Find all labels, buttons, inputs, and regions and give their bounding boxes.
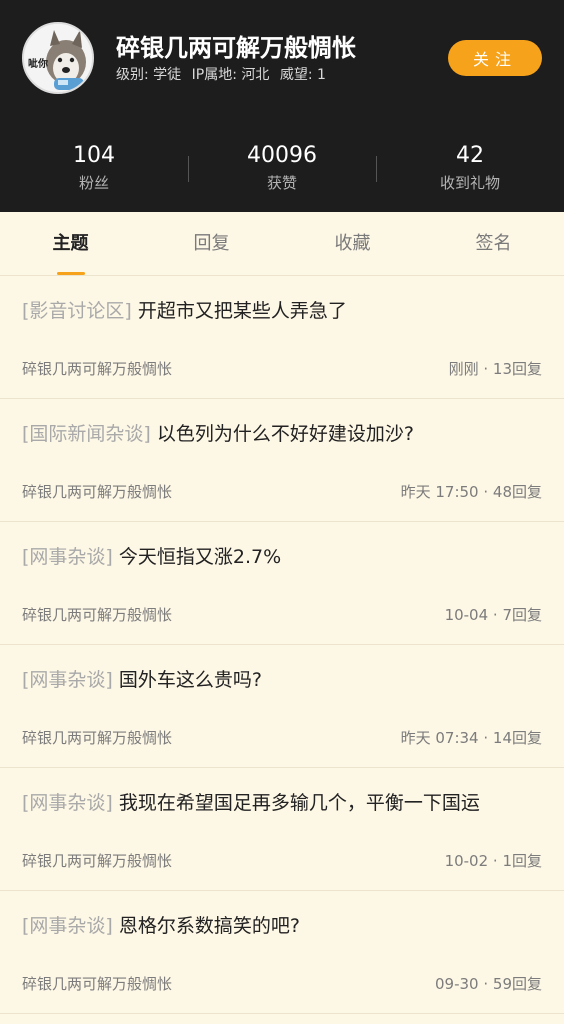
post-author: 碎银几两可解万般惆怅 xyxy=(22,606,173,624)
forum-tag[interactable]: [国际新闻杂谈] xyxy=(22,423,151,445)
stat-value: 40096 xyxy=(247,143,317,168)
stat-gifts[interactable]: 42 收到礼物 xyxy=(376,140,564,194)
ip-location-text: IP属地: 河北 xyxy=(191,67,270,83)
forum-tag[interactable]: [网事杂谈] xyxy=(22,546,113,568)
forum-tag[interactable]: [网事杂谈] xyxy=(22,792,113,814)
post-title-text: 今天恒指又涨2.7% xyxy=(118,546,282,568)
post-author: 碎银几两可解万般惆怅 xyxy=(22,483,173,501)
forum-tag[interactable]: [网事杂谈] xyxy=(22,915,113,937)
list-item[interactable]: [网事杂谈] 恩格尔系数搞笑的吧? 碎银几两可解万般惆怅 09-30 · 59回… xyxy=(0,891,564,1014)
stat-value: 42 xyxy=(456,143,484,168)
tab-topics[interactable]: 主题 xyxy=(0,212,141,275)
level-text: 级别: 学徒 xyxy=(116,67,182,83)
post-title-text: 开超市又把某些人弄急了 xyxy=(137,300,347,322)
stat-label: 收到礼物 xyxy=(439,174,500,192)
post-info: 10-04 · 7回复 xyxy=(444,606,542,624)
post-info: 10-02 · 1回复 xyxy=(444,852,542,870)
stat-label: 粉丝 xyxy=(78,174,109,192)
list-item[interactable]: [网事杂谈] 国外车这么贵吗? 碎银几两可解万般惆怅 昨天 07:34 · 14… xyxy=(0,645,564,768)
forum-tag[interactable]: [网事杂谈] xyxy=(22,669,113,691)
post-title-text: 恩格尔系数搞笑的吧? xyxy=(118,915,300,937)
list-item[interactable]: [影音讨论区] 开超市又把某些人弄急了 碎银几两可解万般惆怅 刚刚 · 13回复 xyxy=(0,276,564,399)
post-title[interactable]: [国际新闻杂谈] 以色列为什么不好好建设加沙? xyxy=(22,419,546,446)
stats-bar: 104 粉丝 40096 获赞 42 收到礼物 xyxy=(0,140,564,194)
list-item[interactable]: [网事杂谈] 今天恒指又涨2.7% 碎银几两可解万般惆怅 10-04 · 7回复 xyxy=(0,522,564,645)
tab-bar: 主题 回复 收藏 签名 xyxy=(0,212,564,276)
post-title[interactable]: [网事杂谈] 国外车这么贵吗? xyxy=(22,665,546,692)
post-info: 昨天 17:50 · 48回复 xyxy=(400,483,542,501)
avatar-caption: 呲你 xyxy=(28,59,48,70)
list-item[interactable]: [网事杂谈] 我现在希望国足再多输几个，平衡一下国运 碎银几两可解万般惆怅 10… xyxy=(0,768,564,891)
post-info: 刚刚 · 13回复 xyxy=(448,360,542,378)
username: 碎银几两可解万般惆怅 xyxy=(116,34,356,62)
post-info: 09-30 · 59回复 xyxy=(435,975,542,993)
forum-tag[interactable]: [影音讨论区] xyxy=(22,300,132,322)
post-author: 碎银几两可解万般惆怅 xyxy=(22,852,173,870)
post-list: [影音讨论区] 开超市又把某些人弄急了 碎银几两可解万般惆怅 刚刚 · 13回复… xyxy=(0,276,564,1014)
tab-favorites[interactable]: 收藏 xyxy=(282,212,423,275)
post-title[interactable]: [网事杂谈] 恩格尔系数搞笑的吧? xyxy=(22,911,546,938)
post-title[interactable]: [网事杂谈] 今天恒指又涨2.7% xyxy=(22,542,546,569)
post-title[interactable]: [网事杂谈] 我现在希望国足再多输几个，平衡一下国运 xyxy=(22,788,546,815)
tab-signature[interactable]: 签名 xyxy=(423,212,564,275)
post-title-text: 我现在希望国足再多输几个，平衡一下国运 xyxy=(118,792,480,814)
tab-replies[interactable]: 回复 xyxy=(141,212,282,275)
post-title[interactable]: [影音讨论区] 开超市又把某些人弄急了 xyxy=(22,296,546,323)
post-info: 昨天 07:34 · 14回复 xyxy=(400,729,542,747)
post-author: 碎银几两可解万般惆怅 xyxy=(22,360,173,378)
post-author: 碎银几两可解万般惆怅 xyxy=(22,729,173,747)
prestige-text: 威望: 1 xyxy=(279,67,326,83)
stat-likes[interactable]: 40096 获赞 xyxy=(188,140,376,194)
profile-meta: 级别: 学徒 IP属地: 河北 威望: 1 xyxy=(116,64,332,84)
post-author: 碎银几两可解万般惆怅 xyxy=(22,975,173,993)
post-title-text: 以色列为什么不好好建设加沙? xyxy=(156,423,414,445)
post-title-text: 国外车这么贵吗? xyxy=(118,669,262,691)
stat-label: 获赞 xyxy=(266,174,297,192)
profile-header: 呲你 碎银几两可解万般惆怅 级别: 学徒 IP属地: 河北 威望: 1 关注 1… xyxy=(0,0,564,212)
list-item[interactable]: [国际新闻杂谈] 以色列为什么不好好建设加沙? 碎银几两可解万般惆怅 昨天 17… xyxy=(0,399,564,522)
follow-button[interactable]: 关注 xyxy=(448,40,542,76)
avatar[interactable]: 呲你 xyxy=(22,22,94,94)
stat-followers[interactable]: 104 粉丝 xyxy=(0,140,188,194)
stat-value: 104 xyxy=(73,143,115,168)
